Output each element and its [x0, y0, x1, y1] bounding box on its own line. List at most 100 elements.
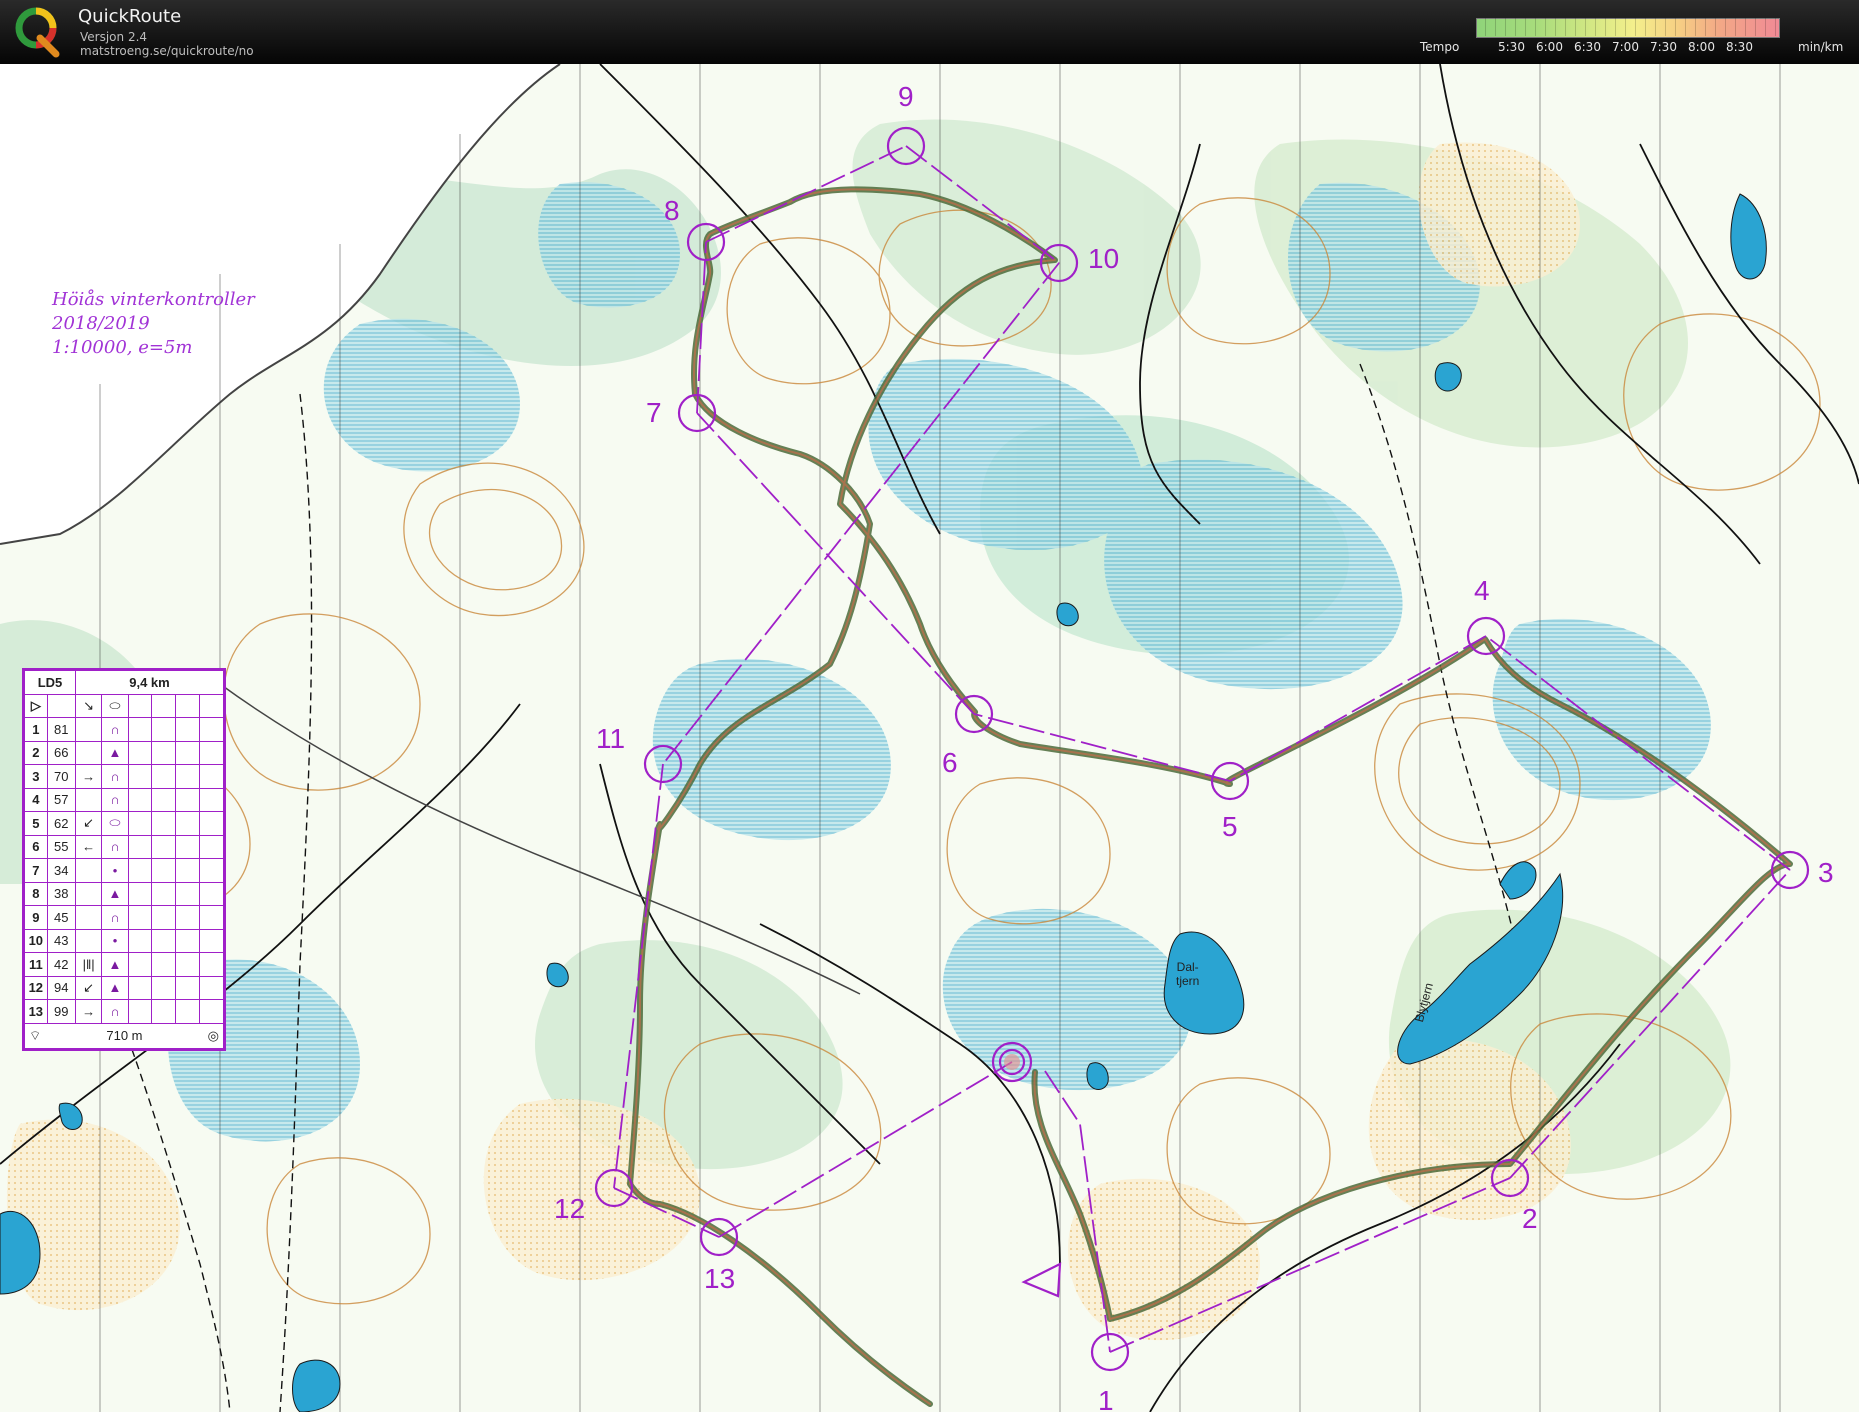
control-label: 11 [596, 723, 625, 754]
control-description-row: 2 66 ▲ [24, 740, 224, 765]
control-label: 8 [664, 195, 680, 226]
control-code: 99 [46, 999, 76, 1024]
control-code: 70 [46, 764, 76, 789]
quickroute-logo-icon [15, 7, 60, 58]
empty-cell [151, 858, 177, 883]
control-number: 6 [24, 834, 48, 859]
control-number: 1 [24, 717, 48, 742]
control-code: 62 [46, 811, 76, 836]
empty-cell [127, 717, 153, 742]
control-description-row: 11 42 |‖| ▲ [24, 952, 224, 977]
direction-symbol: → [74, 999, 103, 1024]
control-description-row: 1 81 ∩ [24, 717, 224, 742]
control-code: 34 [46, 858, 76, 883]
empty-cell [175, 952, 201, 977]
empty-cell [175, 881, 201, 906]
control-label: 1 [1098, 1385, 1114, 1412]
control-description-row: 13 99 → ∩ [24, 999, 224, 1024]
control-description-row: 7 34 • [24, 858, 224, 883]
start-symbol-icon: ▷ [24, 693, 48, 718]
direction-symbol: |‖| [74, 952, 103, 977]
empty-cell [151, 999, 177, 1024]
tempo-label: Tempo [1420, 40, 1460, 54]
control-number: 4 [24, 787, 48, 812]
empty-cell [127, 905, 153, 930]
control-number: 2 [24, 740, 48, 765]
tempo-tick: 7:00 [1612, 40, 1639, 54]
control-description-row: 10 43 • [24, 928, 224, 953]
empty-cell [199, 952, 224, 977]
feature-symbol: ▲ [101, 881, 129, 906]
empty-cell [127, 834, 153, 859]
empty-cell [175, 834, 201, 859]
control-number: 11 [24, 952, 48, 977]
orienteering-map[interactable]: 1 2 3 4 5 6 7 8 9 10 11 12 13 [0, 64, 1859, 1412]
direction-symbol [74, 905, 103, 930]
lake-label-daltjern: Dal- tjern [1176, 960, 1200, 988]
control-code: 57 [46, 787, 76, 812]
feature-symbol: ∩ [101, 905, 129, 930]
control-description-row: 5 62 ↙ ⬭ [24, 811, 224, 836]
empty-cell [199, 740, 224, 765]
map-annotation-title: Höiås vinterkontroller [52, 289, 255, 310]
control-number: 9 [24, 905, 48, 930]
empty-cell [127, 975, 153, 1000]
feature-symbol: ▲ [101, 740, 129, 765]
control-code: 45 [46, 905, 76, 930]
control-code: 43 [46, 928, 76, 953]
course-name: LD5 [24, 670, 76, 695]
control-label: 12 [554, 1193, 585, 1224]
feature-symbol: ∩ [101, 717, 129, 742]
empty-cell [199, 811, 224, 836]
empty-cell [127, 928, 153, 953]
tempo-tick: 5:30 [1498, 40, 1525, 54]
finish-start-icon: ⌔ [29, 1027, 42, 1043]
empty-cell [151, 905, 177, 930]
empty-cell [175, 928, 201, 953]
direction-symbol [74, 858, 103, 883]
feature-symbol: ⬭ [101, 811, 129, 836]
control-label: 7 [646, 397, 662, 428]
control-label: 2 [1522, 1203, 1538, 1234]
empty-cell [175, 740, 201, 765]
empty-cell [175, 975, 201, 1000]
feature-symbol: • [101, 928, 129, 953]
app-version: Versjon 2.4 [80, 30, 148, 44]
direction-symbol: ← [74, 834, 103, 859]
tempo-unit: min/km [1798, 40, 1844, 54]
app-header: QuickRoute Versjon 2.4 matstroeng.se/qui… [0, 0, 1859, 64]
control-number: 8 [24, 881, 48, 906]
app-title: QuickRoute [78, 6, 182, 27]
empty-cell [175, 717, 201, 742]
empty-cell [199, 999, 224, 1024]
finish-row: ⌔ 710 m ◎ [24, 1022, 224, 1049]
empty-cell [151, 740, 177, 765]
direction-symbol: ↙ [74, 975, 103, 1000]
empty-cell [151, 834, 177, 859]
direction-symbol: ↙ [74, 811, 103, 836]
empty-cell [199, 928, 224, 953]
empty-cell [127, 952, 153, 977]
map-annotation: Höiås vinterkontroller 2018/2019 1:10000… [52, 288, 255, 360]
direction-symbol [74, 717, 103, 742]
empty-cell [127, 811, 153, 836]
tempo-tick: 8:30 [1726, 40, 1753, 54]
empty-cell [175, 999, 201, 1024]
empty-cell [199, 881, 224, 906]
empty-cell [199, 858, 224, 883]
empty-cell [127, 787, 153, 812]
empty-cell [199, 834, 224, 859]
finish-distance: 710 m [106, 1027, 143, 1043]
empty-cell [175, 905, 201, 930]
empty-cell [127, 858, 153, 883]
app-url: matstroeng.se/quickroute/no [80, 44, 254, 58]
direction-symbol [74, 740, 103, 765]
tempo-tick: 6:00 [1536, 40, 1563, 54]
tempo-tick: 7:30 [1650, 40, 1677, 54]
map-annotation-scale: 1:10000, e=5m [52, 337, 193, 358]
feature-symbol: ▲ [101, 952, 129, 977]
empty-cell [127, 999, 153, 1024]
empty-cell [151, 811, 177, 836]
control-code: 42 [46, 952, 76, 977]
empty-cell [127, 881, 153, 906]
